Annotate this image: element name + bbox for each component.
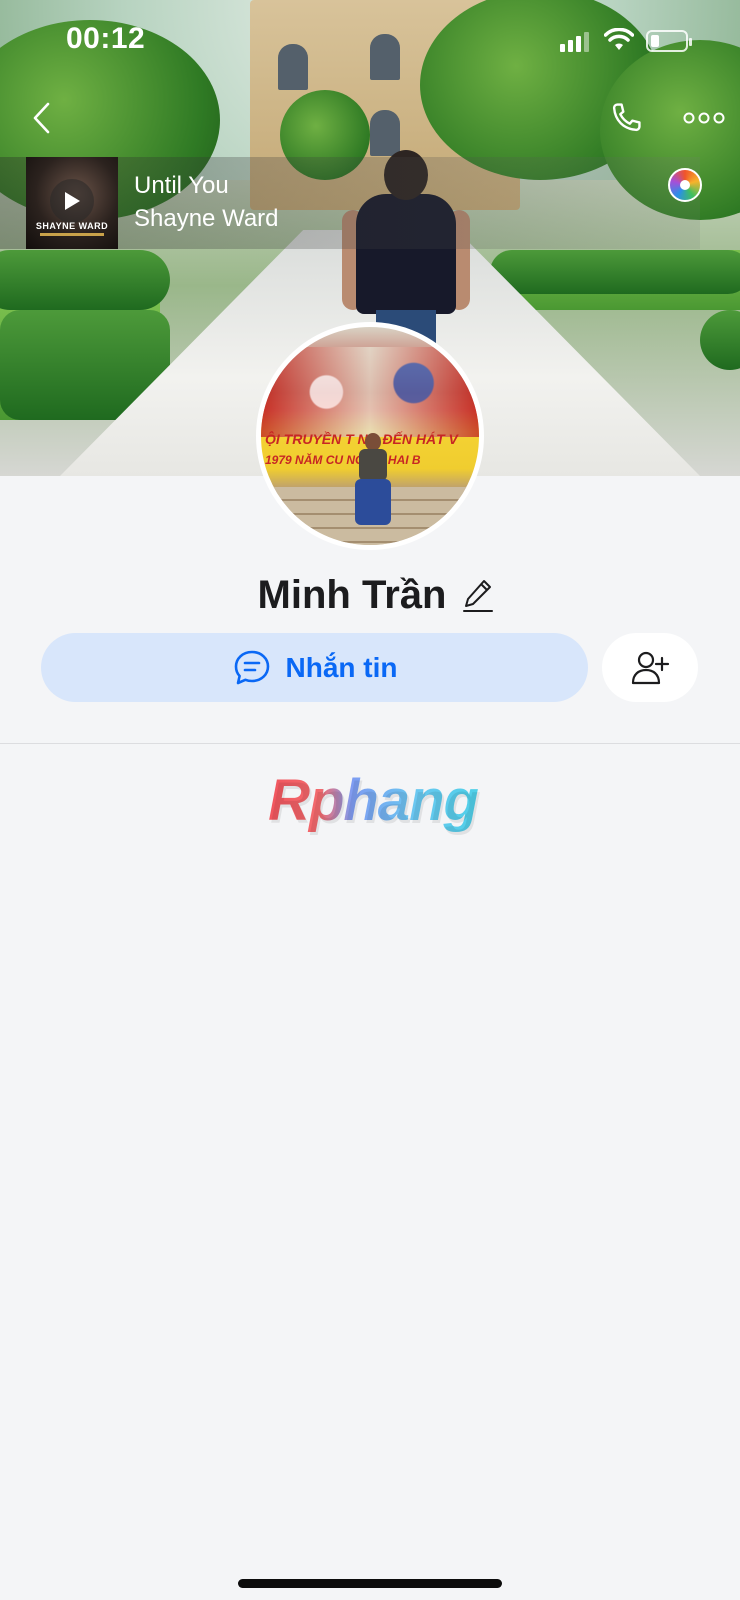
add-friend-button[interactable]	[602, 633, 698, 702]
cover-hedge	[700, 310, 740, 370]
back-button[interactable]	[18, 94, 66, 142]
album-artist-text: SHAYNE WARD	[35, 221, 109, 231]
cover-hedge	[490, 250, 740, 294]
avatar-person	[353, 433, 393, 529]
avatar[interactable]: ỘI TRUYỀN T NG ĐẾN HÁT V 1979 NĂM CU NGH…	[256, 322, 484, 550]
album-stripe	[40, 233, 104, 236]
message-button[interactable]: Nhắn tin	[41, 633, 588, 702]
edit-name-button[interactable]	[458, 575, 498, 615]
battery-icon	[646, 30, 692, 52]
profile-name-row: Minh Trần	[0, 565, 740, 625]
signal-icon	[560, 32, 590, 52]
phone-icon	[612, 103, 641, 132]
avatar-mural	[261, 347, 479, 437]
watermark-logo: Rphang	[258, 767, 488, 833]
song-artist: Shayne Ward	[134, 205, 279, 232]
status-bar: 00:12	[0, 22, 740, 62]
section-divider	[0, 743, 740, 744]
chat-bubble-icon	[234, 650, 269, 684]
watermark-text: Rphang	[268, 767, 479, 833]
song-title: Until You	[134, 172, 229, 199]
chevron-left-icon	[33, 102, 50, 134]
status-time: 00:12	[66, 22, 146, 55]
album-cover[interactable]: SHAYNE WARD	[26, 157, 118, 249]
more-dots-icon	[683, 112, 725, 124]
call-button[interactable]	[602, 94, 650, 142]
message-button-label: Nhắn tin	[285, 651, 398, 683]
profile-screen: 00:12 SHAYNE WARD Until You Shayne Ward …	[0, 0, 740, 1600]
wifi-icon	[604, 28, 634, 50]
profile-name: Minh Trần	[257, 572, 447, 617]
more-button[interactable]	[679, 94, 729, 142]
cover-hedge	[0, 250, 170, 310]
play-button[interactable]	[50, 179, 94, 223]
add-user-icon	[631, 651, 670, 684]
music-disc-icon[interactable]	[668, 168, 702, 202]
play-icon	[65, 192, 80, 210]
pencil-icon	[463, 580, 494, 612]
home-indicator[interactable]	[238, 1579, 502, 1588]
